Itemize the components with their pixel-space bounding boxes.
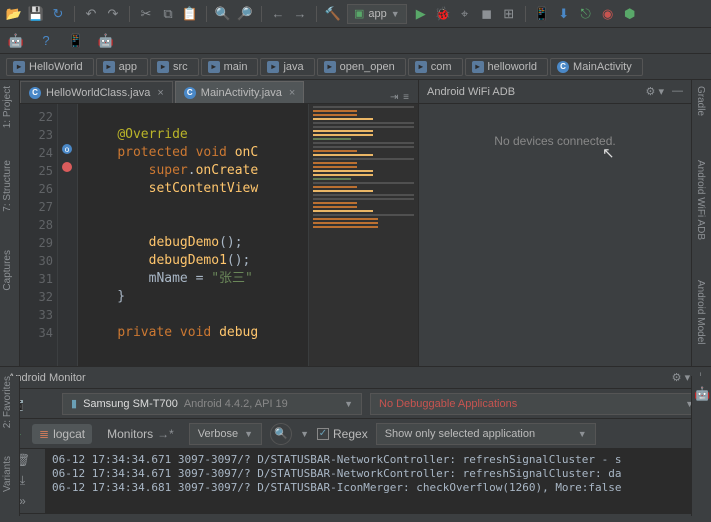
cut-icon[interactable]: ✂ [138, 6, 154, 22]
question-icon[interactable]: ? [38, 33, 54, 49]
sync-icon[interactable]: ↻ [50, 6, 66, 22]
sdk-icon[interactable]: ⬇ [556, 6, 572, 22]
back-icon[interactable]: ← [270, 6, 286, 22]
breadcrumb: ▸HelloWorld▸app▸src▸main▸java▸open_open▸… [0, 54, 711, 80]
paste-icon[interactable]: 📋 [182, 6, 198, 22]
minimap[interactable] [308, 104, 418, 366]
override-icon[interactable]: o [61, 143, 73, 155]
debug-icon[interactable]: 🐞 [435, 6, 451, 22]
tool-captures[interactable]: Captures [2, 250, 13, 291]
tab-helloworldclass[interactable]: C HelloWorldClass.java × [20, 81, 173, 103]
crumb-com[interactable]: ▸com [408, 58, 463, 76]
monitors-label: Monitors [107, 427, 153, 441]
tool-wifiadb[interactable]: Android WiFi ADB [695, 160, 706, 240]
forward-icon[interactable]: → [292, 6, 308, 22]
run-config-combo[interactable]: ▣ app ▼ [347, 4, 407, 24]
left-tool-strip: 1: Project 7: Structure Captures [0, 80, 20, 366]
wifi-adb-message: No devices connected. [494, 134, 615, 148]
class-icon: C [29, 87, 41, 99]
save-icon[interactable]: 💾 [28, 6, 44, 22]
tab-mainactivity[interactable]: C MainActivity.java × [175, 81, 305, 103]
svg-text:o: o [65, 145, 70, 154]
tool-androidmodel[interactable]: Android Model [695, 280, 706, 344]
status-bar [0, 513, 711, 521]
crumb-app[interactable]: ▸app [96, 58, 148, 76]
gutter: o [58, 104, 78, 366]
run-config-label: app [368, 8, 386, 20]
android-monitor: Android Monitor ⚙ ▾ ⤓ 📷 ▮ Samsung SM-T70… [0, 366, 711, 513]
monitors-tab[interactable]: Monitors →* [100, 424, 181, 444]
replace-icon[interactable]: 🔎 [237, 6, 253, 22]
settings-icon[interactable]: ◉ [600, 6, 616, 22]
wifi-adb-title: Android WiFi ADB [427, 86, 515, 98]
loglevel-combo[interactable]: Verbose ▼ [189, 423, 262, 445]
class-icon: C [184, 87, 196, 99]
attach-icon[interactable]: ⌖ [457, 6, 473, 22]
hide-icon[interactable]: — [672, 85, 683, 98]
process-combo[interactable]: No Debuggable Applications ▼ [370, 393, 703, 415]
code-editor[interactable]: 22232425262728293031323334 o @Override p… [20, 104, 418, 366]
device-icon[interactable]: 📱 [68, 33, 84, 49]
tool-project[interactable]: 1: Project [2, 86, 13, 128]
main-toolbar: 📂 💾 ↻ ↶ ↷ ✂ ⧉ 📋 🔍 🔎 ← → 🔨 ▣ app ▼ ▶ 🐞 ⌖ … [0, 0, 711, 28]
tool-variants[interactable]: Variants [2, 456, 13, 492]
redo-icon[interactable]: ↷ [105, 6, 121, 22]
run-icon[interactable]: ▶ [413, 6, 429, 22]
regex-label: Regex [333, 427, 368, 441]
android2-icon[interactable]: 🤖 [98, 33, 114, 49]
close-icon[interactable]: × [289, 87, 295, 99]
crumb-mainactivity[interactable]: CMainActivity [550, 58, 643, 76]
stop-icon[interactable]: ◼ [479, 6, 495, 22]
close-icon[interactable]: × [157, 87, 163, 99]
crumb-src[interactable]: ▸src [150, 58, 199, 76]
breakpoint-icon[interactable] [62, 162, 72, 172]
undo-icon[interactable]: ↶ [83, 6, 99, 22]
android-icon[interactable]: 🤖 [8, 33, 24, 49]
log-output[interactable]: 06-12 17:34:34.671 3097-3097/? D/STATUSB… [46, 449, 711, 513]
gear-icon[interactable]: ⚙ ▾ [646, 85, 664, 98]
avd-icon[interactable]: 📱 [534, 6, 550, 22]
crumb-helloworld[interactable]: ▸helloworld [465, 58, 549, 76]
logcat-icon: ≣ [39, 427, 49, 441]
tool-favorites[interactable]: 2: Favorites [2, 376, 13, 428]
line-numbers: 22232425262728293031323334 [20, 104, 58, 366]
crumb-helloworld[interactable]: ▸HelloWorld [6, 58, 94, 76]
crumb-main[interactable]: ▸main [201, 58, 259, 76]
process-label: No Debuggable Applications [379, 398, 517, 410]
coverage-icon[interactable]: ⊞ [501, 6, 517, 22]
phone-icon: ▮ [71, 397, 77, 410]
tool-structure[interactable]: 7: Structure [2, 160, 13, 212]
secondary-toolbar: 🤖 ? 📱 🤖 [0, 28, 711, 54]
crumb-java[interactable]: ▸java [260, 58, 314, 76]
build-icon[interactable]: 🔨 [325, 6, 341, 22]
scroll-icon[interactable]: ⤓ [20, 473, 25, 488]
loglevel-label: Verbose [198, 428, 238, 440]
tab-overflow[interactable]: ⇥ ≡ [390, 92, 418, 103]
device-info: Android 4.4.2, API 19 [184, 398, 288, 410]
tool-gradle[interactable]: Gradle [695, 86, 706, 116]
editor-tabs: C HelloWorldClass.java × C MainActivity.… [20, 80, 418, 104]
filter-label: Show only selected application [385, 428, 535, 440]
filter-combo[interactable]: Show only selected application ▼ [376, 423, 596, 445]
log-search[interactable]: 🔍 [270, 423, 292, 445]
device-combo[interactable]: ▮ Samsung SM-T700 Android 4.4.2, API 19 … [62, 393, 362, 415]
regex-checkbox[interactable]: ✓ Regex [317, 427, 368, 441]
tab-label: HelloWorldClass.java [46, 87, 150, 99]
device-name: Samsung SM-T700 [83, 398, 178, 410]
logcat-label: logcat [53, 427, 85, 441]
crumb-open_open[interactable]: ▸open_open [317, 58, 406, 76]
more-icon[interactable]: » [19, 494, 26, 508]
wifi-adb-pane: Android WiFi ADB ⚙ ▾ — No devices connec… [418, 80, 691, 366]
ddms-icon[interactable]: ⎋ [578, 6, 594, 22]
gear-icon[interactable]: ⚙ ▾ [672, 371, 690, 384]
copy-icon[interactable]: ⧉ [160, 6, 176, 22]
open-icon[interactable]: 📂 [6, 6, 22, 22]
android-icon[interactable]: 🤖 [694, 386, 710, 402]
tab-label: MainActivity.java [201, 87, 282, 99]
right-tool-strip: Gradle Android WiFi ADB Android Model [691, 80, 711, 366]
find-icon[interactable]: 🔍 [215, 6, 231, 22]
help-icon[interactable]: ⬢ [622, 6, 638, 22]
logcat-tab[interactable]: ≣ logcat [32, 424, 92, 444]
